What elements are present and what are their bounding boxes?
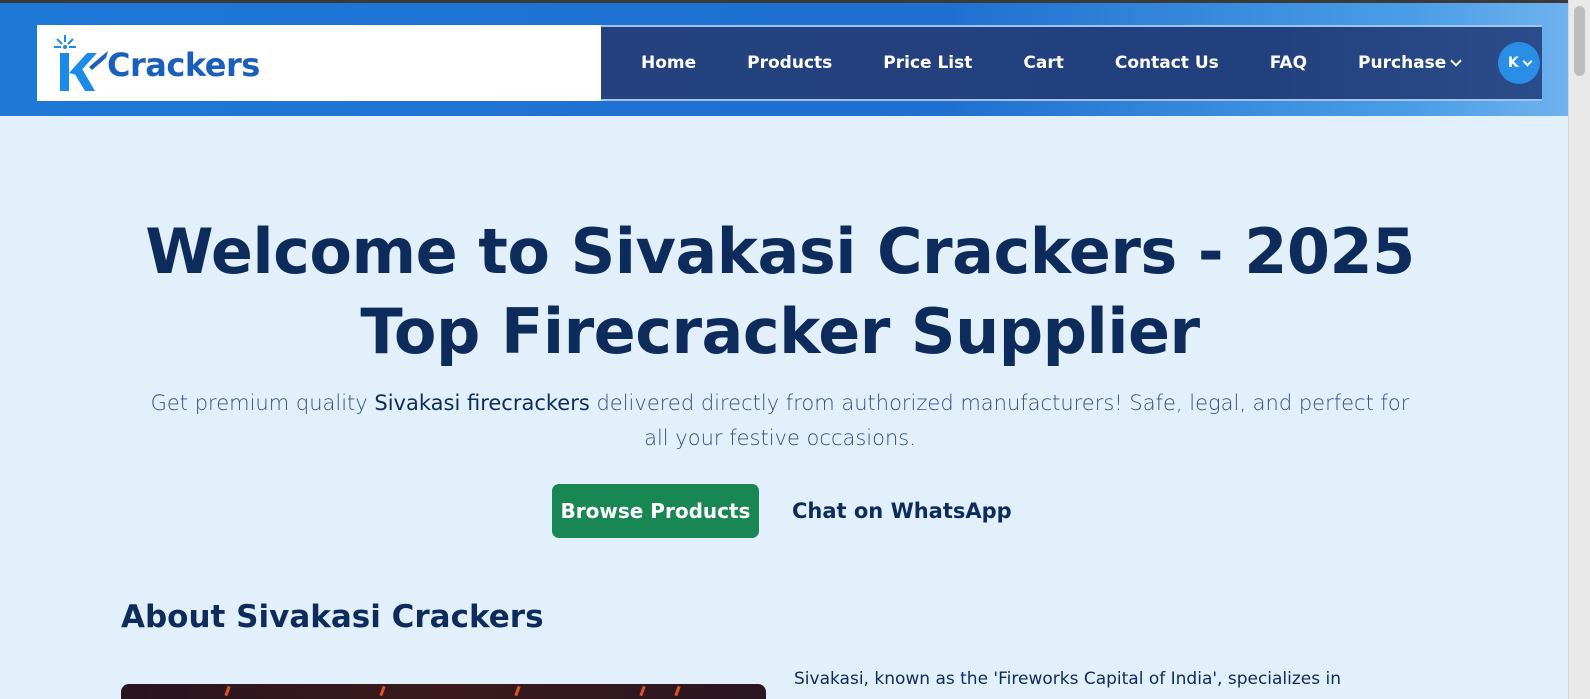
nav-faq[interactable]: FAQ (1270, 53, 1307, 73)
hero-subtitle-highlight: Sivakasi firecrackers (374, 391, 590, 415)
about-fireworks-image (121, 684, 766, 699)
main-nav: Home Products Price List Cart Contact Us… (601, 25, 1542, 101)
spark-decoration (674, 685, 681, 697)
hero-subtitle: Get premium quality Sivakasi firecracker… (140, 386, 1420, 456)
hero-subtitle-pre: Get premium quality (150, 391, 375, 415)
chevron-down-icon (1450, 55, 1462, 67)
page: Crackers Home Products Price List Cart C… (0, 0, 1568, 699)
spark-decoration (514, 685, 521, 697)
scrollbar-thumb[interactable] (1574, 6, 1585, 76)
site-header: Crackers Home Products Price List Cart C… (0, 3, 1568, 116)
nav-contact-us[interactable]: Contact Us (1115, 53, 1219, 73)
user-avatar-menu[interactable]: K (1498, 42, 1541, 84)
hero-title: Welcome to Sivakasi Crackers - 2025 Top … (145, 215, 1415, 368)
spark-decoration (224, 685, 231, 697)
hero-subtitle-post: delivered directly from authorized manuf… (589, 391, 1410, 450)
nav-price-list[interactable]: Price List (883, 53, 972, 73)
window-top-border (0, 0, 1590, 3)
logo-firework-icon (51, 33, 109, 93)
vertical-scrollbar[interactable] (1568, 0, 1590, 699)
nav-cart[interactable]: Cart (1023, 53, 1063, 73)
logo-text: Crackers (107, 46, 260, 84)
about-section-title: About Sivakasi Crackers (121, 599, 544, 635)
nav-purchase-label: Purchase (1358, 53, 1447, 73)
spark-decoration (379, 685, 386, 697)
nav-purchase-dropdown[interactable]: Purchase (1358, 53, 1462, 73)
chevron-down-icon (1522, 56, 1533, 66)
logo[interactable]: Crackers (37, 25, 601, 101)
nav-home[interactable]: Home (641, 53, 696, 73)
avatar-initial: K (1507, 55, 1519, 71)
nav-products[interactable]: Products (747, 53, 832, 73)
hero-cta-row: Browse Products Chat on WhatsApp (552, 484, 1012, 538)
browse-products-button[interactable]: Browse Products (552, 484, 759, 538)
chat-whatsapp-button[interactable]: Chat on WhatsApp (792, 499, 1012, 523)
spark-decoration (639, 685, 646, 697)
about-description: Sivakasi, known as the 'Fireworks Capita… (794, 669, 1342, 689)
header-inner: Crackers Home Products Price List Cart C… (37, 25, 1542, 101)
